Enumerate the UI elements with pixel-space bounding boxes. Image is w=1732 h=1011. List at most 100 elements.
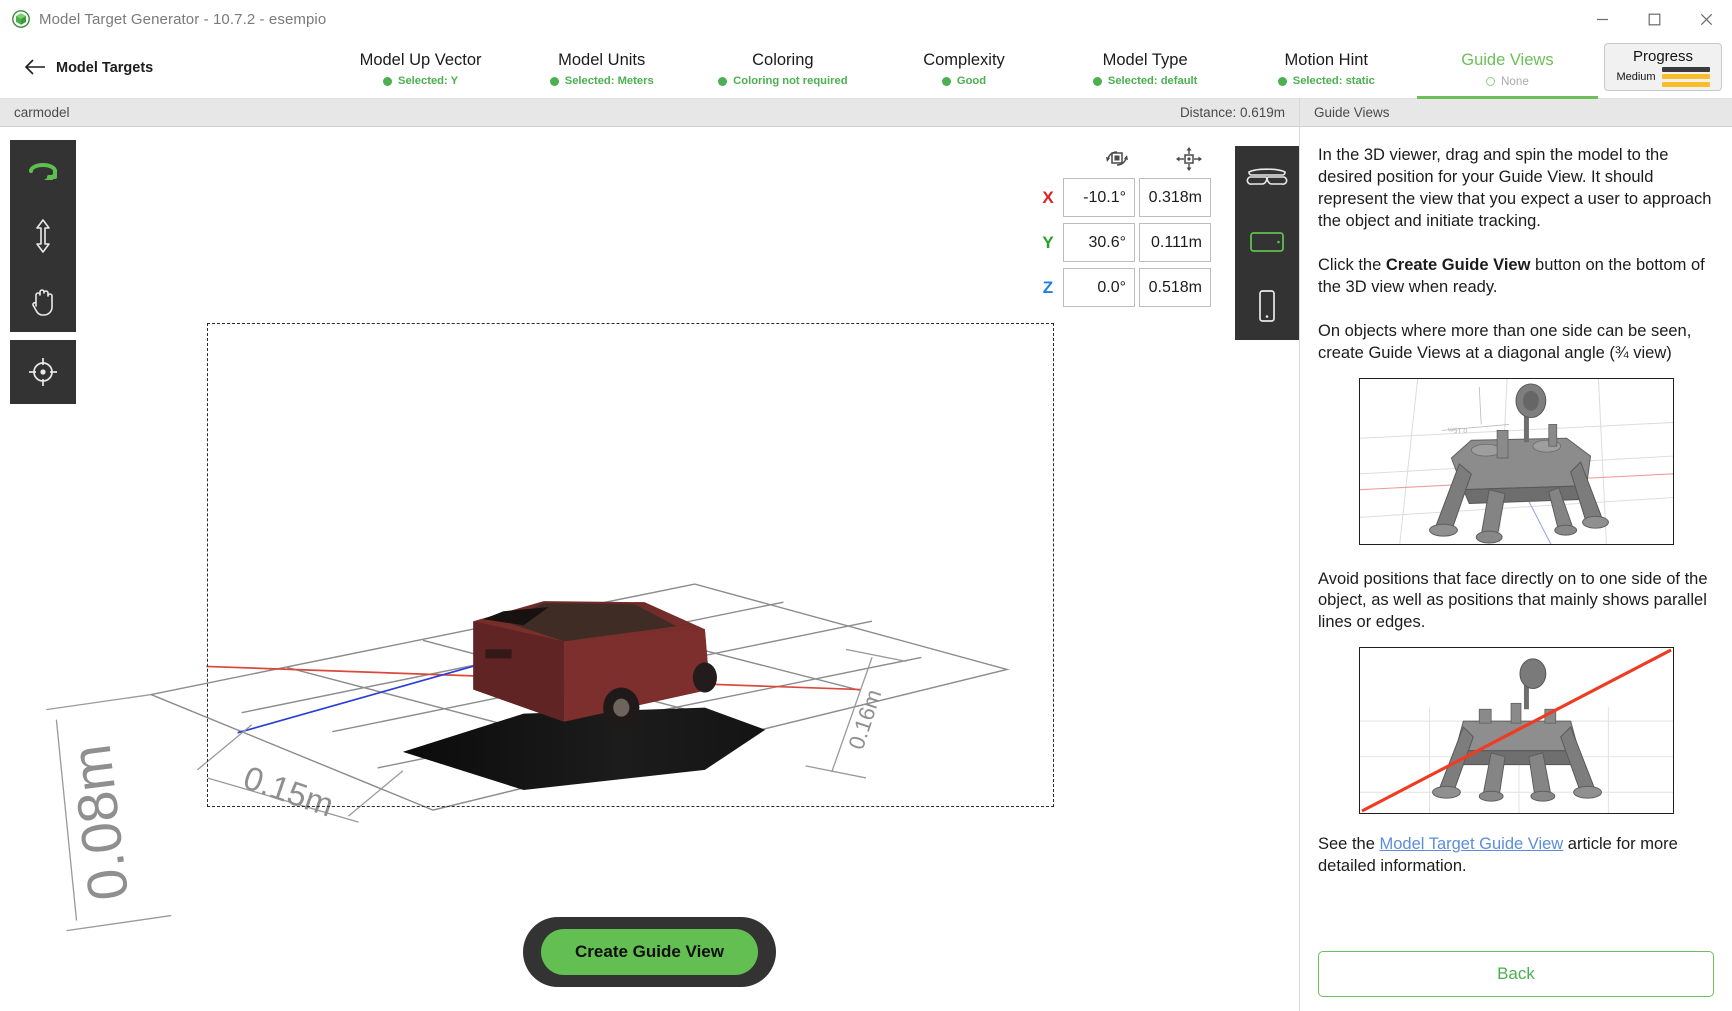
step-status-text: Selected: default [1107,75,1198,87]
back-label: Model Targets [56,60,154,76]
step-model-type[interactable]: Model Type Selected: default [1055,38,1236,98]
create-guide-view-frame: Create Guide View [523,917,776,987]
progress-bar-2 [1661,74,1710,79]
step-title: Motion Hint [1284,51,1368,69]
axis-label-y: Y [1042,232,1054,252]
axis-label-x: X [1042,187,1054,207]
step-guide-views[interactable]: Guide Views None [1416,38,1598,99]
pan-tool-button[interactable] [10,268,76,332]
step-title: Coloring [752,51,814,69]
progress-title: Progress [1632,47,1694,65]
transform-icon-row [1037,146,1225,172]
transform-row-x: X -10.1° 0.318m [1037,178,1225,217]
phone-icon [1259,290,1275,322]
step-status-text: None [1501,74,1529,88]
guide-view-frame [207,323,1054,807]
ar-glasses-icon [1246,168,1288,185]
3d-viewport[interactable]: 0.08m 0.15m 0.16m X -10.1° 0.318m Y 30.6… [0,127,1299,1011]
step-title: Guide Views [1461,50,1554,69]
guide-view-article-link[interactable]: Model Target Guide View [1379,835,1563,853]
panel-title: Guide Views [1314,105,1390,120]
status-dot-icon [1486,76,1496,86]
status-dot-icon [1092,76,1102,86]
translation-input-z[interactable]: 0.518m [1139,268,1211,307]
rotation-input-y[interactable]: 30.6° [1063,223,1135,262]
step-title: Model Units [558,51,646,69]
panel-spacer [1318,900,1714,951]
crosshair-target-icon [29,358,57,386]
progress-bar-1 [1661,66,1710,72]
progress-bars [1661,66,1710,87]
rotate-icon [29,163,57,180]
good-example-thumbnail: 0.15m [1358,377,1674,545]
navigation-tool-group [10,140,76,332]
arrow-left-icon [24,57,46,79]
step-status: None [1486,75,1529,88]
window-title: Model Target Generator - 10.7.2 - esempi… [39,10,327,28]
zoom-vertical-icon [36,219,50,253]
rotation-input-x[interactable]: -10.1° [1063,178,1135,217]
status-dot-icon [718,76,728,86]
phone-button[interactable] [1239,284,1295,328]
translation-input-x[interactable]: 0.318m [1139,178,1211,217]
step-status: Selected: Y [383,75,458,87]
step-motion-hint[interactable]: Motion Hint Selected: static [1236,38,1417,98]
step-status-text: Good [956,75,987,87]
translation-input-y[interactable]: 0.111m [1139,223,1211,262]
progress-meter: Medium [1616,66,1710,87]
progress-bar-3 [1661,81,1710,87]
active-step-underline [1416,96,1598,99]
dimension-left: 0.08m [59,741,141,904]
rotate-tool-button[interactable] [10,140,76,204]
instruction-panel: Guide Views In the 3D viewer, drag and s… [1300,99,1732,1011]
status-dot-icon [383,76,392,86]
transform-row-y: Y 30.6° 0.111m [1037,223,1225,262]
title-bar: Model Target Generator - 10.7.2 - esempi… [0,0,1732,38]
step-status-text: Selected: static [1292,75,1375,87]
transform-row-z: Z 0.0° 0.518m [1037,268,1225,307]
zoom-tool-button[interactable] [10,204,76,268]
create-guide-view-button[interactable]: Create Guide View [541,929,758,975]
lander-body [1428,382,1609,544]
red-cross-out-line [1360,648,1672,813]
progress-level-label: Medium [1616,70,1656,83]
status-dot-icon [1277,76,1287,86]
instruction-paragraph-5: See the Model Target Guide View article … [1318,834,1714,878]
step-model-units[interactable]: Model Units Selected: Meters [511,38,692,98]
recenter-tool-button[interactable] [10,340,76,404]
step-status: Selected: default [1092,75,1198,87]
step-title: Model Type [1102,51,1188,69]
maximize-button[interactable] [1628,0,1680,38]
instruction-paragraph-2: Click the Create Guide View button on th… [1318,255,1714,299]
distance-label: Distance: 0.619m [1179,105,1285,120]
viewer-header: carmodel Distance: 0.619m [0,99,1299,127]
tablet-button[interactable] [1239,220,1295,264]
ar-glasses-button[interactable] [1239,156,1295,200]
tablet-icon [1250,232,1284,252]
status-dot-icon [549,76,559,86]
lander-diagonal-illustration: 0.15m [1359,378,1673,544]
close-button[interactable] [1680,0,1732,38]
step-coloring[interactable]: Coloring Coloring not required [692,38,873,98]
transform-panel: X -10.1° 0.318m Y 30.6° 0.111m Z 0.0° 0.… [1037,146,1225,307]
cube-icon [12,10,30,28]
lander-front-illustration [1359,648,1673,814]
step-model-up-vector[interactable]: Model Up Vector Selected: Y [330,38,511,98]
step-status-text: Selected: Meters [564,75,654,87]
create-guide-view-wrap: Create Guide View [0,917,1299,987]
step-complexity[interactable]: Complexity Good [873,38,1054,98]
move-object-icon [1153,146,1225,172]
step-list: Model Up Vector Selected: Y Model Units … [330,38,1598,99]
back-to-model-targets[interactable]: Model Targets [0,38,330,98]
device-selector [1235,146,1299,340]
step-title: Complexity [923,51,1005,69]
back-button[interactable]: Back [1318,951,1714,997]
panel-header: Guide Views [1300,99,1732,127]
model-name-label: carmodel [14,105,70,120]
rotation-input-z[interactable]: 0.0° [1063,268,1135,307]
minimize-button[interactable] [1576,0,1628,38]
status-dot-icon [941,76,951,86]
main-body: carmodel Distance: 0.619m 0.08m 0.15m 0.… [0,99,1732,1011]
step-status: Coloring not required [718,75,848,87]
instruction-paragraph-3: On objects where more than one side can … [1318,321,1692,362]
